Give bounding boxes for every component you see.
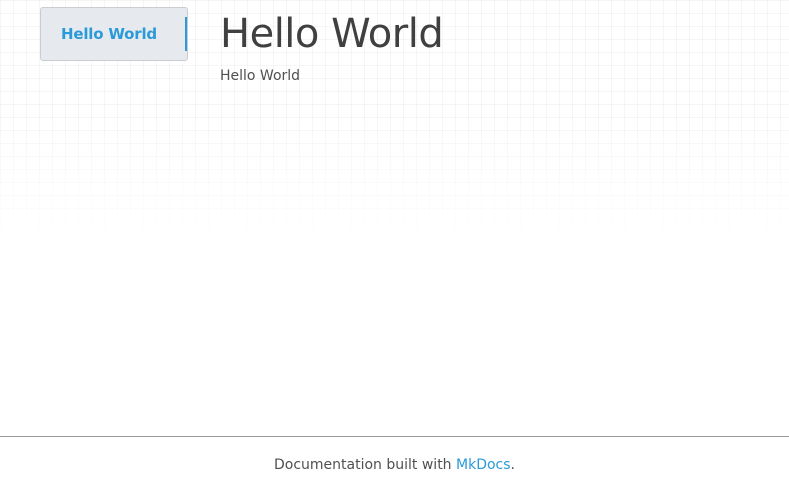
active-indicator bbox=[185, 17, 187, 51]
mkdocs-link[interactable]: MkDocs bbox=[456, 457, 511, 473]
footer-suffix: . bbox=[510, 457, 515, 473]
page-title: Hello World bbox=[220, 11, 444, 57]
sidebar-nav: Hello World bbox=[40, 7, 188, 61]
sidebar-item-hello-world[interactable]: Hello World bbox=[61, 25, 157, 43]
main-content: Hello World Hello World bbox=[220, 8, 444, 84]
footer-text: Documentation built with MkDocs. bbox=[274, 457, 515, 473]
page-paragraph: Hello World bbox=[220, 68, 301, 84]
footer: Documentation built with MkDocs. bbox=[0, 436, 789, 490]
page: Hello World Hello World Hello World Docu… bbox=[0, 0, 789, 490]
footer-prefix: Documentation built with bbox=[274, 457, 457, 473]
